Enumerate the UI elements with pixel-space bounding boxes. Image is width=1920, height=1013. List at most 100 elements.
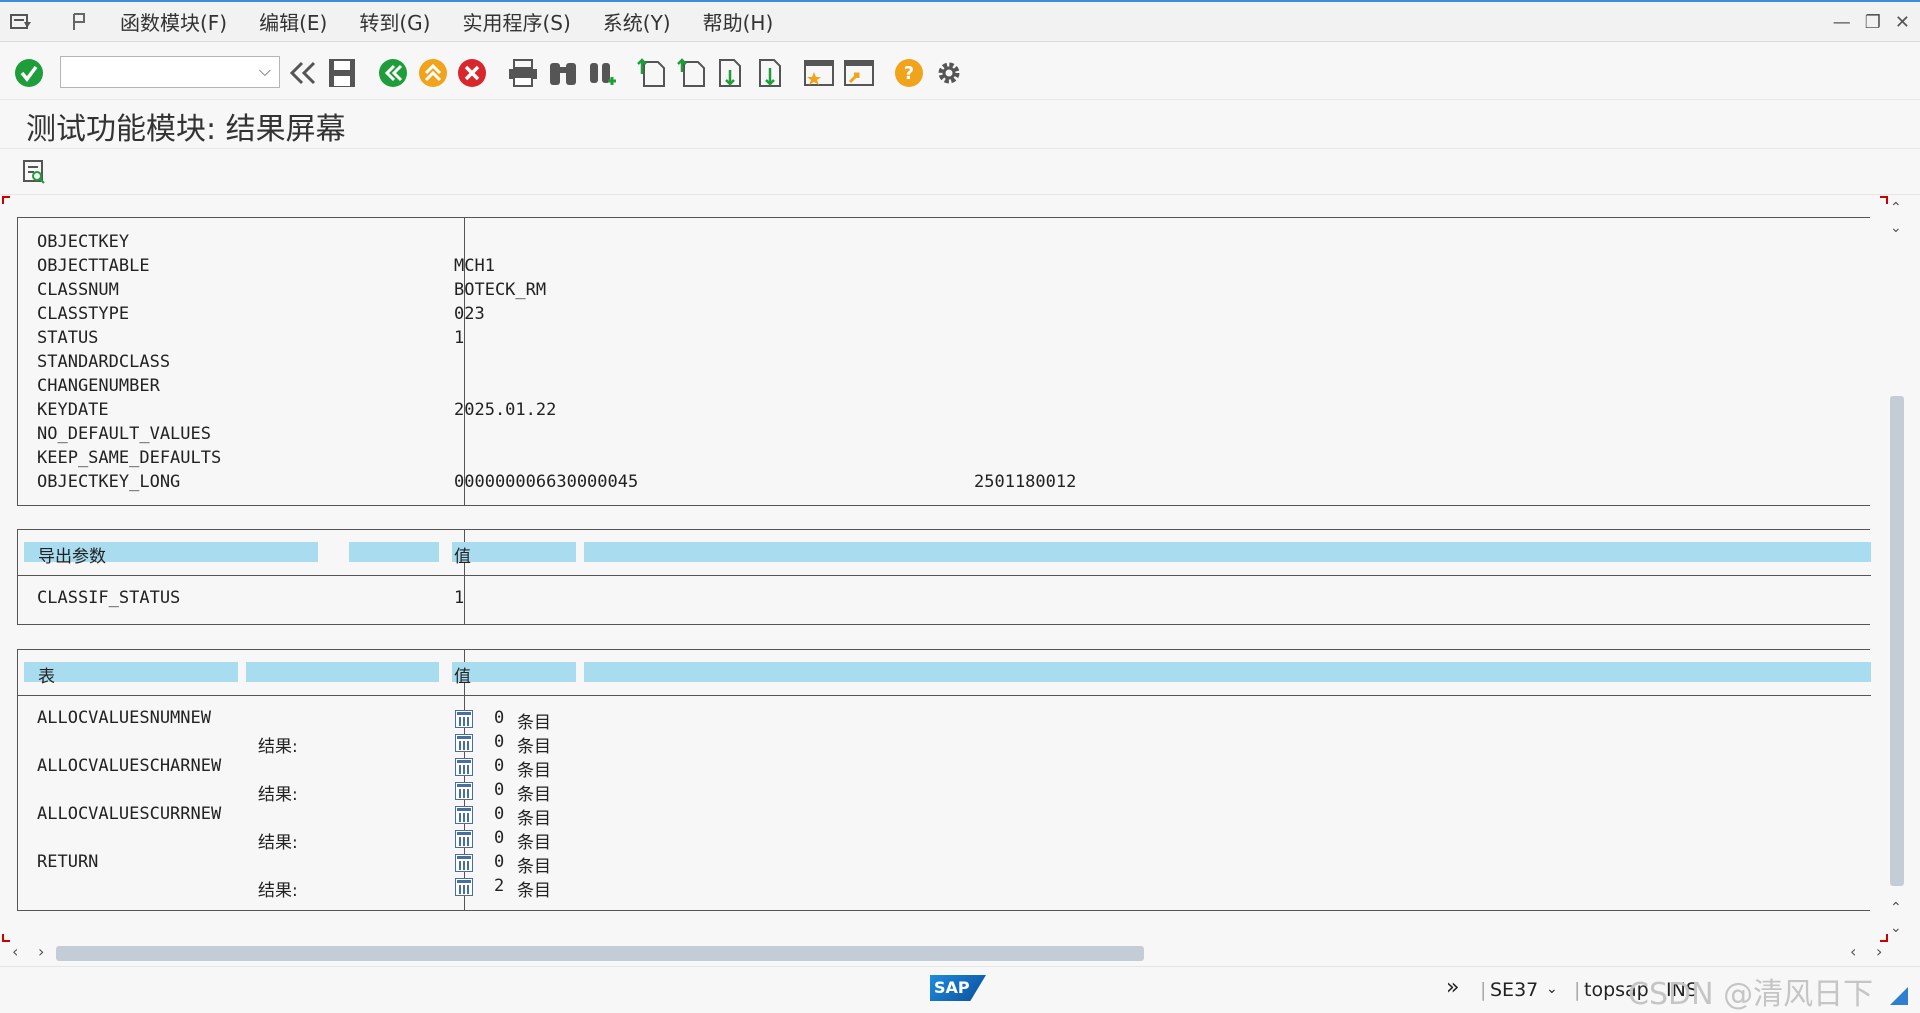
menu-edit[interactable]: 编辑(E) (259, 7, 327, 36)
param-value[interactable]: 2025.01.22 (454, 400, 556, 420)
frame-corner (1880, 934, 1888, 942)
result-count: 0 (494, 732, 505, 752)
table-icon[interactable] (455, 734, 473, 752)
chevron-down-icon[interactable]: ⌵ (259, 61, 271, 81)
generate-shortcut-icon[interactable] (844, 58, 874, 88)
cancel-icon[interactable] (457, 58, 487, 88)
vertical-scrollbar[interactable]: ⌃ ⌄ ⌃ ⌄ (1888, 200, 1906, 940)
print-icon[interactable] (508, 59, 538, 87)
param-value[interactable]: BOTECK_RM (454, 280, 546, 300)
param-value[interactable]: 1 (454, 328, 464, 348)
param-name: NO_DEFAULT_VALUES (37, 424, 211, 444)
app-menu-icon[interactable] (10, 12, 32, 32)
result-label: 结果: (258, 785, 298, 805)
menu-bar: 函数模块(F) 编辑(E) 转到(G) 实用程序(S) 系统(Y) 帮助(H) … (0, 0, 1920, 42)
scroll-left-icon[interactable]: ‹ (12, 942, 18, 961)
param-name: CHANGENUMBER (37, 376, 160, 396)
scroll-down-icon[interactable]: ⌄ (1890, 920, 1902, 936)
result-count: 2 (494, 876, 505, 896)
minimize-icon[interactable]: — (1833, 12, 1851, 33)
horizontal-scrollbar[interactable]: ‹ › ‹ › (0, 942, 1920, 966)
tables-header-bar (24, 662, 238, 682)
exit-icon[interactable] (418, 58, 448, 88)
status-divider: | (1574, 979, 1581, 1001)
custom-menu-icon[interactable] (70, 12, 92, 32)
chevron-down-icon[interactable]: ⌄ (1546, 981, 1558, 997)
menu-system[interactable]: 系统(Y) (603, 7, 671, 36)
horizontal-scroll-thumb[interactable] (56, 946, 1144, 961)
restore-icon[interactable]: ❐ (1865, 12, 1881, 33)
close-icon[interactable]: ✕ (1895, 12, 1910, 33)
param-value-secondary[interactable]: 2501180012 (974, 472, 1076, 492)
entries-label: 条目 (517, 761, 551, 781)
param-value[interactable]: 1 (454, 588, 464, 608)
param-name: OBJECTKEY (37, 232, 130, 252)
search-list-icon[interactable] (22, 159, 46, 185)
status-expand-icon[interactable]: » (1446, 975, 1459, 1000)
table-name: ALLOCVALUESCHARNEW (37, 756, 222, 776)
find-icon[interactable] (548, 59, 578, 87)
entries-label: 条目 (517, 833, 551, 853)
status-transaction[interactable]: SE37 (1490, 979, 1538, 1001)
param-name: OBJECTTABLE (37, 256, 150, 276)
menu-utilities[interactable]: 实用程序(S) (462, 7, 570, 36)
menu-function-module[interactable]: 函数模块(F) (120, 7, 227, 36)
sap-logo: SAP (930, 975, 986, 1001)
save-icon[interactable] (328, 58, 356, 88)
param-value[interactable]: MCH1 (454, 256, 495, 276)
settings-gear-icon[interactable] (934, 58, 964, 88)
entries-label: 条目 (517, 881, 551, 901)
menu-help[interactable]: 帮助(H) (703, 7, 774, 36)
scroll-down-icon[interactable]: ⌄ (1890, 220, 1902, 236)
enter-check-icon[interactable] (14, 58, 44, 88)
table-icon[interactable] (455, 782, 473, 800)
table-icon[interactable] (455, 806, 473, 824)
first-page-icon[interactable] (636, 58, 666, 88)
param-name: STATUS (37, 328, 99, 348)
vertical-scroll-thumb[interactable] (1890, 396, 1904, 886)
menu-goto[interactable]: 转到(G) (359, 7, 430, 36)
table-icon[interactable] (455, 710, 473, 728)
result-label: 结果: (258, 833, 298, 853)
table-icon[interactable] (455, 758, 473, 776)
next-page-icon[interactable] (716, 58, 746, 88)
entries-label: 条目 (517, 809, 551, 829)
result-count: 0 (494, 828, 505, 848)
param-name: KEYDATE (37, 400, 109, 420)
resize-grip-icon[interactable] (1890, 987, 1908, 1005)
frame-corner (2, 196, 10, 204)
last-page-icon[interactable] (756, 58, 786, 88)
tables-header-label: 表 (38, 667, 55, 687)
tables-header-bar (246, 662, 439, 682)
table-name: RETURN (37, 852, 99, 872)
command-field[interactable]: ⌵ (60, 56, 280, 88)
tables-table: 表 值 ALLOCVALUESNUMNEW 0 条目 结果: 0 条目 ALLO… (17, 649, 1871, 911)
entries-label: 条目 (517, 857, 551, 877)
table-icon[interactable] (455, 878, 473, 896)
param-name: CLASSIF_STATUS (37, 588, 181, 608)
back-icon[interactable] (378, 58, 408, 88)
param-value[interactable]: 023 (454, 304, 485, 324)
scroll-right-icon[interactable]: › (38, 942, 44, 961)
param-name: CLASSNUM (37, 280, 119, 300)
help-icon[interactable]: ? (894, 58, 924, 88)
table-icon[interactable] (455, 854, 473, 872)
param-value[interactable]: 000000006630000045 (454, 472, 638, 492)
previous-page-icon[interactable] (676, 58, 706, 88)
result-label: 结果: (258, 881, 298, 901)
scroll-up-icon[interactable]: ⌃ (1890, 200, 1902, 216)
create-session-icon[interactable] (804, 58, 834, 88)
export-parameters-table: 导出参数 值 CLASSIF_STATUS 1 (17, 529, 1871, 625)
scroll-up-icon[interactable]: ⌃ (1890, 900, 1902, 916)
find-next-icon[interactable] (588, 59, 618, 87)
frame-corner (1880, 196, 1888, 204)
scroll-right-icon[interactable]: › (1876, 942, 1882, 961)
value-header-bar (584, 542, 1871, 562)
watermark: CSDN @清风日下 (1628, 977, 1874, 1012)
result-label: 结果: (258, 737, 298, 757)
param-name: OBJECTKEY_LONG (37, 472, 181, 492)
table-icon[interactable] (455, 830, 473, 848)
double-chevron-left-icon[interactable] (288, 60, 318, 86)
scroll-left-icon[interactable]: ‹ (1850, 942, 1856, 961)
entry-count: 0 (494, 708, 505, 728)
